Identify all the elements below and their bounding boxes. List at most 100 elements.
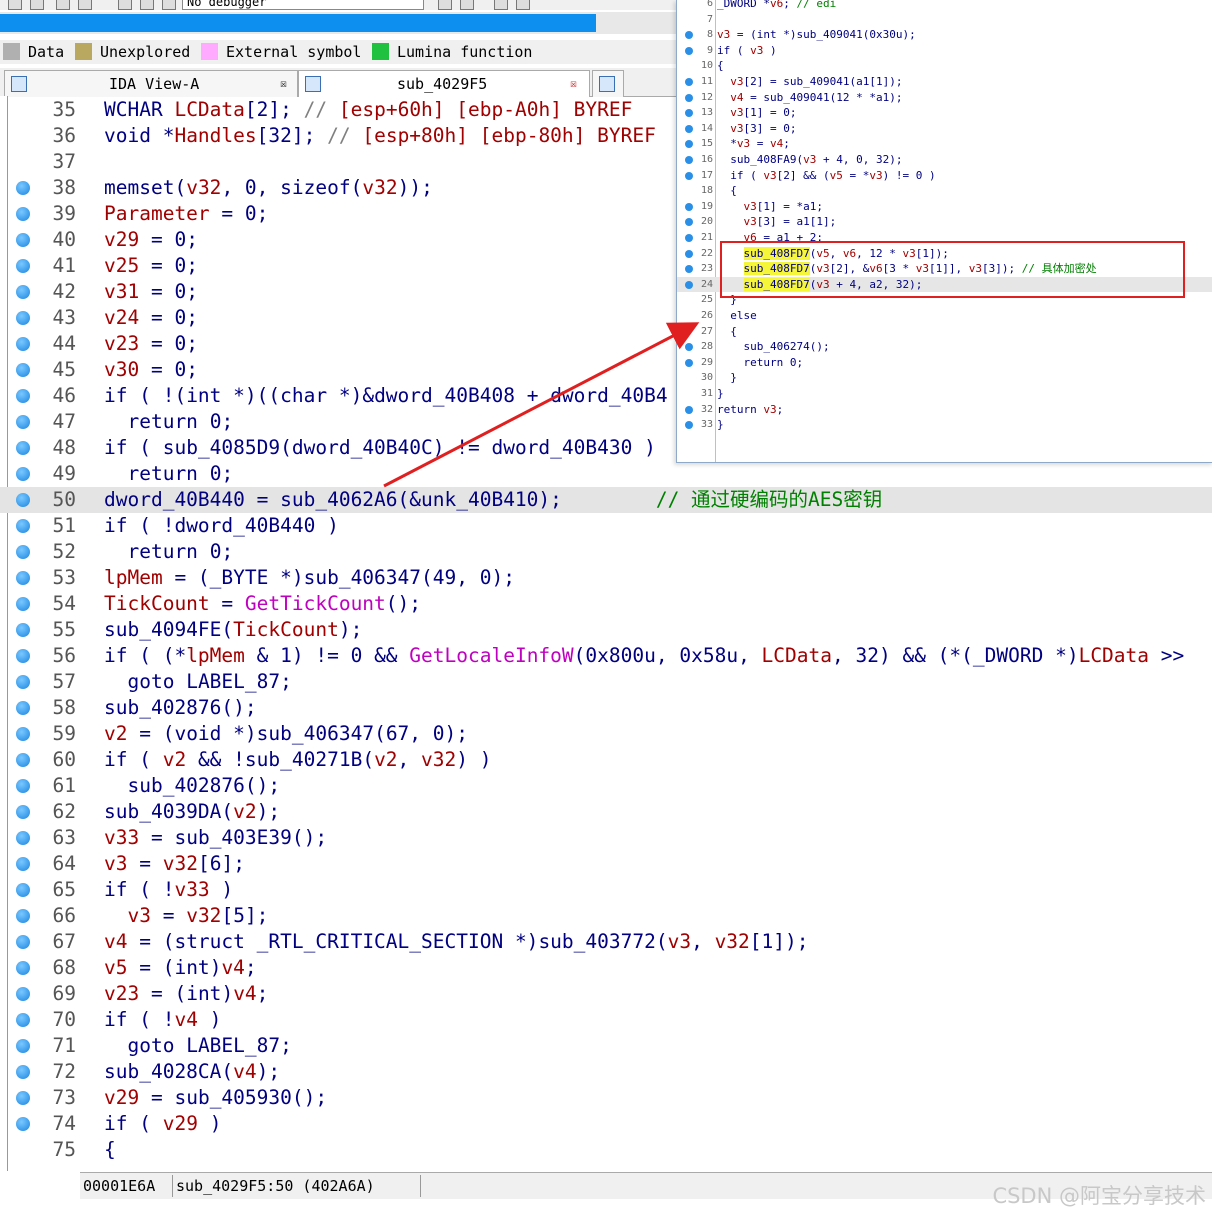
breakpoint-dot-icon[interactable] bbox=[16, 935, 30, 949]
breakpoint-dot-icon[interactable] bbox=[16, 467, 30, 481]
code-line[interactable]: 54 TickCount = GetTickCount(); bbox=[0, 591, 1212, 617]
breakpoint-dot-icon[interactable] bbox=[16, 779, 30, 793]
tab-hex-view[interactable] bbox=[592, 70, 624, 97]
breakpoint-dot-icon[interactable] bbox=[16, 1039, 30, 1053]
stop-icon[interactable] bbox=[162, 0, 176, 10]
overlay-code-line[interactable]: 18 { bbox=[677, 183, 1212, 199]
code-line[interactable]: 65 if ( !v33 ) bbox=[0, 877, 1212, 903]
breakpoint-dot-icon[interactable] bbox=[16, 727, 30, 741]
breakpoint-dot-icon[interactable] bbox=[16, 857, 30, 871]
toolbar-icon[interactable] bbox=[30, 0, 44, 10]
breakpoint-dot-icon[interactable] bbox=[16, 597, 30, 611]
code-line[interactable]: 73 v29 = sub_405930(); bbox=[0, 1085, 1212, 1111]
code-line[interactable]: 58 sub_402876(); bbox=[0, 695, 1212, 721]
code-line[interactable]: 63 v33 = sub_403E39(); bbox=[0, 825, 1212, 851]
toolbar-icon[interactable] bbox=[78, 0, 92, 10]
breakpoint-dot-icon[interactable] bbox=[16, 909, 30, 923]
breakpoint-dot-icon[interactable] bbox=[16, 259, 30, 273]
breakpoint-dot-icon[interactable] bbox=[16, 441, 30, 455]
breakpoint-dot-icon[interactable] bbox=[16, 675, 30, 689]
code-line[interactable]: 74 if ( v29 ) bbox=[0, 1111, 1212, 1137]
code-line[interactable]: 70 if ( !v4 ) bbox=[0, 1007, 1212, 1033]
overlay-code-line[interactable]: 12 v4 = sub_409041(12 * *a1); bbox=[677, 90, 1212, 106]
code-line[interactable]: 55 sub_4094FE(TickCount); bbox=[0, 617, 1212, 643]
breakpoint-dot-icon[interactable] bbox=[16, 571, 30, 585]
breakpoint-dot-icon[interactable] bbox=[16, 805, 30, 819]
code-line[interactable]: 52 return 0; bbox=[0, 539, 1212, 565]
code-line[interactable]: 68 v5 = (int)v4; bbox=[0, 955, 1212, 981]
overlay-code-line[interactable]: 7 bbox=[677, 12, 1212, 28]
breakpoint-dot-icon[interactable] bbox=[16, 883, 30, 897]
breakpoint-dot-icon[interactable] bbox=[16, 649, 30, 663]
run-icon[interactable] bbox=[118, 0, 132, 10]
tab-sub-4029f5[interactable]: sub_4029F5 ☒ bbox=[298, 70, 590, 97]
breakpoint-dot-icon[interactable] bbox=[16, 519, 30, 533]
breakpoint-dot-icon[interactable] bbox=[16, 233, 30, 247]
code-line[interactable]: 57 goto LABEL_87; bbox=[0, 669, 1212, 695]
breakpoint-dot-icon[interactable] bbox=[16, 389, 30, 403]
toolbar-icon[interactable] bbox=[438, 0, 452, 10]
breakpoint-dot-icon[interactable] bbox=[16, 493, 30, 507]
overlay-code-line[interactable]: 8 v3 = (int *)sub_409041(0x30u); bbox=[677, 27, 1212, 43]
breakpoint-dot-icon[interactable] bbox=[16, 181, 30, 195]
code-line[interactable]: 59 v2 = (void *)sub_406347(67, 0); bbox=[0, 721, 1212, 747]
code-line[interactable]: 50 dword_40B440 = sub_4062A6(&unk_40B410)… bbox=[0, 487, 1212, 513]
breakpoint-dot-icon[interactable] bbox=[16, 207, 30, 221]
close-icon[interactable]: ☒ bbox=[277, 77, 290, 90]
debugger-select[interactable]: No debugger bbox=[182, 0, 424, 10]
code-line[interactable]: 62 sub_4039DA(v2); bbox=[0, 799, 1212, 825]
code-line[interactable]: 51 if ( !dword_40B440 ) bbox=[0, 513, 1212, 539]
code-line[interactable]: 66 v3 = v32[5]; bbox=[0, 903, 1212, 929]
overlay-code-line[interactable]: 32 return v3; bbox=[677, 402, 1212, 418]
overlay-code-line[interactable]: 11 v3[2] = sub_409041(a1[1]); bbox=[677, 74, 1212, 90]
breakpoint-dot-icon[interactable] bbox=[16, 285, 30, 299]
breakpoint-dot-icon[interactable] bbox=[16, 415, 30, 429]
overlay-code-line[interactable]: 19 v3[1] = *a1; bbox=[677, 199, 1212, 215]
breakpoint-dot-icon[interactable] bbox=[16, 363, 30, 377]
tab-ida-view-a[interactable]: IDA View-A ☒ bbox=[4, 70, 298, 97]
breakpoint-dot-icon[interactable] bbox=[16, 1013, 30, 1027]
breakpoint-dot-icon[interactable] bbox=[16, 1091, 30, 1105]
toolbar-icon[interactable] bbox=[56, 0, 70, 10]
overlay-code-line[interactable]: 33} bbox=[677, 417, 1212, 433]
overlay-pseudocode-panel[interactable]: 6 _DWORD *v6; // edi 7 8 v3 = (int *)sub_409… bbox=[676, 0, 1212, 463]
overlay-code-line[interactable]: 28 sub_406274(); bbox=[677, 339, 1212, 355]
overlay-code-line[interactable]: 15 *v3 = v4; bbox=[677, 136, 1212, 152]
breakpoint-dot-icon[interactable] bbox=[16, 337, 30, 351]
overlay-code-line[interactable]: 10 { bbox=[677, 58, 1212, 74]
overlay-code-line[interactable]: 6 _DWORD *v6; // edi bbox=[677, 0, 1212, 12]
overlay-code-line[interactable]: 9 if ( v3 ) bbox=[677, 43, 1212, 59]
code-line[interactable]: 56 if ( (*lpMem & 1) != 0 && GetLocaleInf… bbox=[0, 643, 1212, 669]
code-line[interactable]: 71 goto LABEL_87; bbox=[0, 1033, 1212, 1059]
breakpoint-dot-icon[interactable] bbox=[16, 961, 30, 975]
code-line[interactable]: 67 v4 = (struct _RTL_CRITICAL_SECTION *)s… bbox=[0, 929, 1212, 955]
overlay-code-line[interactable]: 29 return 0; bbox=[677, 355, 1212, 371]
code-line[interactable]: 72 sub_4028CA(v4); bbox=[0, 1059, 1212, 1085]
overlay-code-line[interactable]: 27 { bbox=[677, 324, 1212, 340]
toolbar-icon[interactable] bbox=[516, 0, 530, 10]
toolbar-icon[interactable] bbox=[8, 0, 22, 10]
toolbar-icon[interactable] bbox=[494, 0, 508, 10]
breakpoint-dot-icon[interactable] bbox=[16, 701, 30, 715]
overlay-code-line[interactable]: 16 sub_408FA9(v3 + 4, 0, 32); bbox=[677, 152, 1212, 168]
breakpoint-dot-icon[interactable] bbox=[16, 753, 30, 767]
code-line[interactable]: 49 return 0; bbox=[0, 461, 1212, 487]
code-line[interactable]: 53 lpMem = (_BYTE *)sub_406347(49, 0); bbox=[0, 565, 1212, 591]
breakpoint-dot-icon[interactable] bbox=[16, 831, 30, 845]
pause-icon[interactable] bbox=[140, 0, 154, 10]
code-line[interactable]: 64 v3 = v32[6]; bbox=[0, 851, 1212, 877]
overlay-code-line[interactable]: 31} bbox=[677, 386, 1212, 402]
breakpoint-dot-icon[interactable] bbox=[16, 1117, 30, 1131]
close-icon[interactable]: ☒ bbox=[567, 77, 580, 90]
overlay-code-line[interactable]: 26 else bbox=[677, 308, 1212, 324]
toolbar-icon[interactable] bbox=[460, 0, 474, 10]
code-line[interactable]: 75 { bbox=[0, 1137, 1212, 1163]
breakpoint-dot-icon[interactable] bbox=[16, 545, 30, 559]
overlay-code-line[interactable]: 14 v3[3] = 0; bbox=[677, 121, 1212, 137]
overlay-code-line[interactable]: 30 } bbox=[677, 370, 1212, 386]
overlay-code-line[interactable]: 13 v3[1] = 0; bbox=[677, 105, 1212, 121]
navigation-band[interactable] bbox=[0, 12, 680, 34]
breakpoint-dot-icon[interactable] bbox=[16, 987, 30, 1001]
overlay-code-line[interactable]: 17 if ( v3[2] && (v5 = *v3) != 0 ) bbox=[677, 168, 1212, 184]
breakpoint-dot-icon[interactable] bbox=[16, 1065, 30, 1079]
